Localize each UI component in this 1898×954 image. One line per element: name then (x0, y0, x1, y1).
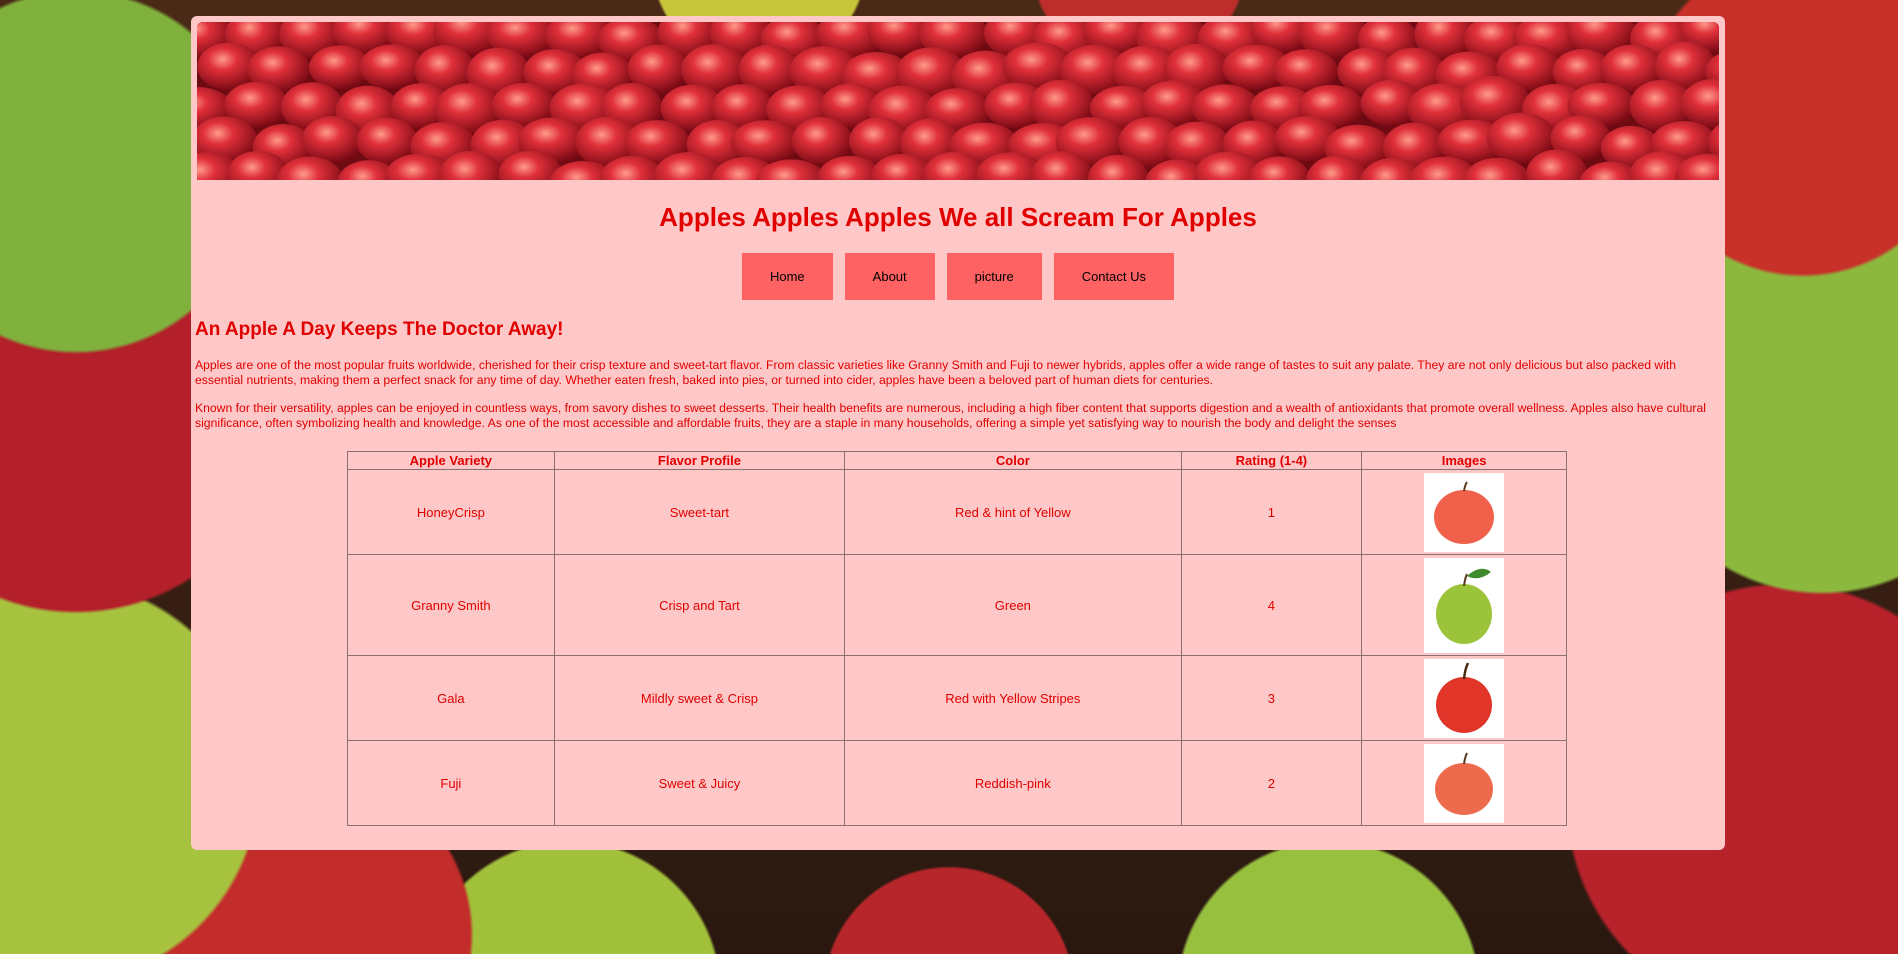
cell-rating: 4 (1180, 554, 1363, 656)
cell-flavor: Sweet-tart (553, 469, 846, 555)
cell-flavor: Mildly sweet & Crisp (553, 655, 846, 741)
cell-variety: Granny Smith (347, 554, 555, 656)
cell-flavor: Crisp and Tart (553, 554, 846, 656)
granny-smith-apple-image (1424, 557, 1505, 653)
cell-image (1361, 469, 1567, 555)
nav-contact-button[interactable]: Contact Us (1053, 253, 1174, 300)
cell-color: Red with Yellow Stripes (844, 655, 1182, 741)
nav-bar: Home About picture Contact Us (191, 253, 1725, 300)
header-images: Images (1361, 451, 1567, 470)
fuji-apple-image (1424, 743, 1505, 823)
gala-apple-image (1424, 658, 1505, 738)
header-banner-image (197, 22, 1719, 180)
header-rating: Rating (1-4) (1180, 451, 1363, 470)
page-container: Apples Apples Apples We all Scream For A… (191, 16, 1725, 850)
cell-variety: Gala (347, 655, 555, 741)
cell-variety: HoneyCrisp (347, 469, 555, 555)
cell-color: Green (844, 554, 1182, 656)
cell-rating: 1 (1180, 469, 1363, 555)
nav-picture-button[interactable]: picture (946, 253, 1042, 300)
cell-variety: Fuji (347, 740, 555, 826)
cell-image (1361, 655, 1567, 741)
apples-banner-graphic (197, 22, 1719, 180)
header-flavor-profile: Flavor Profile (553, 451, 846, 470)
table-row: Gala Mildly sweet & Crisp Red with Yello… (347, 655, 1567, 741)
cell-rating: 2 (1180, 740, 1363, 826)
banner-apple (301, 116, 364, 163)
table-row: Fuji Sweet & Juicy Reddish-pink 2 (347, 740, 1567, 826)
cell-rating: 3 (1180, 655, 1363, 741)
cell-image (1361, 740, 1567, 826)
apple-varieties-table: Apple Variety Flavor Profile Color Ratin… (347, 451, 1567, 826)
cell-image (1361, 554, 1567, 656)
cell-flavor: Sweet & Juicy (553, 740, 846, 826)
nav-home-button[interactable]: Home (741, 253, 833, 300)
header-apple-variety: Apple Variety (347, 451, 555, 470)
cell-color: Reddish-pink (844, 740, 1182, 826)
intro-paragraph-1: Apples are one of the most popular fruit… (195, 358, 1677, 387)
intro-paragraph-2: Known for their versatility, apples can … (195, 401, 1706, 430)
section-heading: An Apple A Day Keeps The Doctor Away! (195, 319, 564, 340)
nav-about-button[interactable]: About (844, 253, 935, 300)
header-color: Color (844, 451, 1182, 470)
site-title: Apples Apples Apples We all Scream For A… (659, 202, 1257, 232)
cell-color: Red & hint of Yellow (844, 469, 1182, 555)
banner-apple (359, 44, 425, 90)
table-row: Granny Smith Crisp and Tart Green 4 (347, 554, 1567, 656)
table-row: HoneyCrisp Sweet-tart Red & hint of Yell… (347, 469, 1567, 555)
honeycrisp-apple-image (1424, 472, 1505, 552)
table-header-row: Apple Variety Flavor Profile Color Ratin… (347, 451, 1567, 470)
